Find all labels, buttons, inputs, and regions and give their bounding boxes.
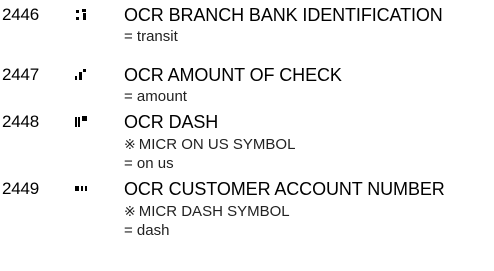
cross-reference-note: ※ MICR ON US SYMBOL [124, 135, 295, 154]
character-name: OCR CUSTOMER ACCOUNT NUMBER [124, 179, 445, 199]
cross-reference-mark-icon: ※ [124, 203, 136, 219]
ocr-customer-account-number-glyph-icon [74, 182, 90, 196]
alias-note: = dash [124, 222, 169, 240]
note-text: = dash [124, 222, 170, 239]
ocr-branch-bank-identification-glyph-icon [74, 8, 90, 22]
code-point: 2449 [2, 179, 40, 198]
alias-note: = on us [124, 155, 174, 173]
note-text: = transit [124, 28, 178, 45]
alias-note: = amount [124, 88, 187, 106]
code-point: 2448 [2, 112, 40, 131]
character-name: OCR DASH [124, 112, 219, 132]
character-reference-page: { "entries": [ { "code": "2446", "glyph"… [0, 0, 494, 271]
note-text: = amount [124, 88, 187, 105]
alias-note: = transit [124, 28, 178, 46]
note-text: MICR ON US SYMBOL [138, 136, 296, 153]
note-text: MICR DASH SYMBOL [138, 203, 290, 220]
character-name: OCR BRANCH BANK IDENTIFICATION [124, 5, 443, 25]
cross-reference-mark-icon: ※ [124, 136, 136, 152]
ocr-dash-glyph-icon [74, 115, 90, 129]
code-point: 2446 [2, 5, 40, 24]
note-text: = on us [124, 155, 174, 172]
character-name: OCR AMOUNT OF CHECK [124, 65, 342, 85]
ocr-amount-of-check-glyph-icon [74, 68, 90, 82]
code-point: 2447 [2, 65, 40, 84]
cross-reference-note: ※ MICR DASH SYMBOL [124, 202, 290, 221]
